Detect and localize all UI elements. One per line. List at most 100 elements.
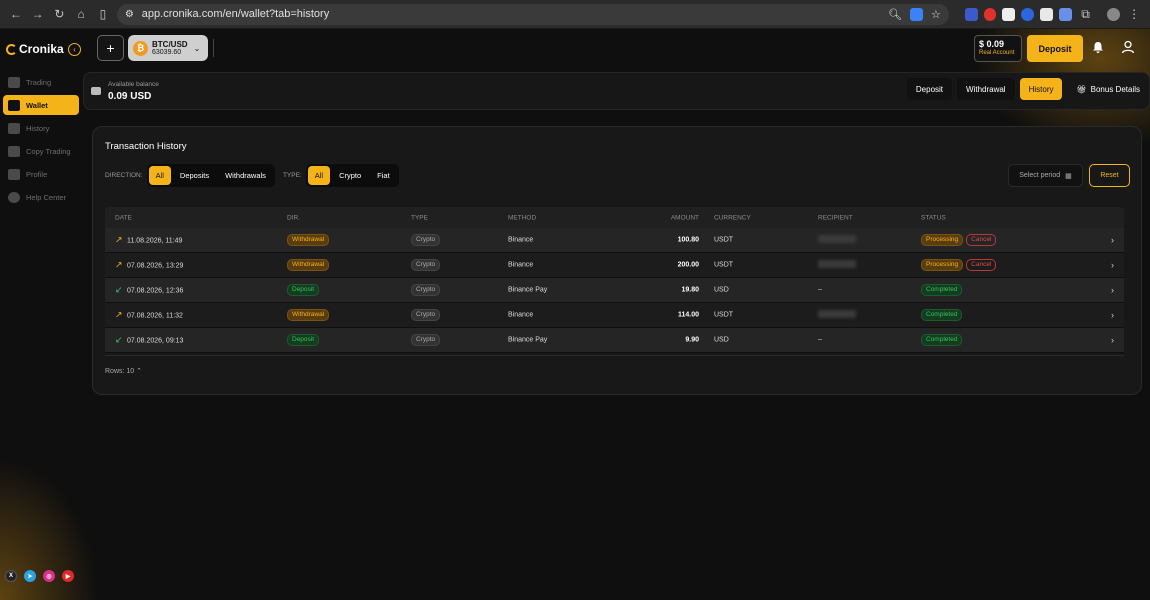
split-view-icon[interactable]: ▯ <box>95 6 111 22</box>
type-label: TYPE: <box>282 172 302 179</box>
sidebar-item-history[interactable]: History <box>3 118 79 138</box>
extensions-puzzle-icon[interactable]: ⧉ <box>1078 6 1094 22</box>
telegram-icon[interactable]: ➤ <box>24 570 36 582</box>
logo-mark-icon <box>6 43 17 55</box>
extension-shield-icon[interactable] <box>1040 7 1053 21</box>
extension-flag-icon[interactable] <box>964 7 978 21</box>
asset-pair-selector[interactable]: ₿ BTC/USD 63039.60 ⌄ <box>128 35 208 61</box>
browser-menu-icon[interactable]: ⋮ <box>1126 6 1142 22</box>
extension-red-icon[interactable] <box>983 7 997 21</box>
arrow-up-right-icon: ↗ <box>115 309 123 320</box>
direction-badge: Withdrawal <box>287 259 330 271</box>
tab-deposit[interactable]: Deposit <box>906 78 953 100</box>
reload-icon[interactable]: ↻ <box>52 6 68 22</box>
chevron-right-icon[interactable]: › <box>1111 335 1114 345</box>
filters: DIRECTION: All Deposits Withdrawals TYPE… <box>105 164 399 187</box>
direction-badge: Withdrawal <box>287 309 330 321</box>
forward-icon[interactable]: → <box>30 6 46 22</box>
direction-withdrawals[interactable]: Withdrawals <box>218 166 273 185</box>
sidebar-item-help-center[interactable]: Help Center <box>3 187 79 207</box>
dir-cell: Withdrawal <box>287 259 330 271</box>
notification-bell-icon[interactable] <box>1092 41 1106 55</box>
column-header-method: METHOD <box>508 214 537 221</box>
cancel-button[interactable]: Cancel <box>966 234 997 246</box>
zoom-icon[interactable]: 🔍︎ <box>888 8 902 21</box>
period-selector[interactable]: Select period ▦ <box>1008 164 1083 187</box>
recipient-cell <box>818 310 856 320</box>
chevron-up-icon: ⌃ <box>136 368 143 375</box>
sidebar-item-label: History <box>26 123 50 133</box>
recipient-redacted <box>818 310 856 318</box>
chevron-down-icon: ⌄ <box>193 43 201 53</box>
tab-withdrawal[interactable]: Withdrawal <box>957 78 1015 100</box>
type-cell: Crypto <box>411 334 441 346</box>
tab-bonus-details[interactable]: 🎁︎ Bonus Details <box>1067 78 1149 100</box>
direction-badge: Deposit <box>287 334 320 346</box>
direction-all[interactable]: All <box>148 166 171 185</box>
currency-cell: USDT <box>714 236 734 244</box>
extension-box-icon[interactable] <box>1058 7 1072 21</box>
type-crypto[interactable]: Crypto <box>332 166 368 185</box>
type-badge: Crypto <box>411 259 441 271</box>
recipient-cell <box>818 235 856 245</box>
install-app-icon[interactable] <box>909 7 923 21</box>
back-icon[interactable]: ← <box>8 6 24 22</box>
instagram-icon[interactable]: ◎ <box>43 570 55 582</box>
x-twitter-icon[interactable]: X <box>5 570 17 582</box>
table-row[interactable]: ↗ 11.08.2026, 11:49 Withdrawal Crypto Binanc… <box>105 228 1124 253</box>
address-bar[interactable]: ⚙ app.cronika.com/en/wallet?tab=history … <box>116 3 949 25</box>
transaction-history-card: Transaction History DIRECTION: All Depos… <box>92 126 1142 395</box>
extension-blue-icon[interactable] <box>1021 7 1035 21</box>
sidebar-item-label: Profile <box>26 169 48 179</box>
sidebar-item-profile[interactable]: Profile <box>3 164 79 184</box>
table-row[interactable]: ↗ 07.08.2026, 11:32 Withdrawal Crypto Binanc… <box>105 303 1124 328</box>
tab-history[interactable]: History <box>1019 78 1063 100</box>
direction-deposits[interactable]: Deposits <box>173 166 216 185</box>
rows-per-page[interactable]: Rows: 10 ⌃ <box>105 367 142 375</box>
column-header-recipient: RECIPIENT <box>818 214 853 221</box>
browser-toolbar: ← → ↻ ⌂ ▯ ⚙ app.cronika.com/en/wallet?ta… <box>0 0 1150 29</box>
direction-label: DIRECTION: <box>105 172 143 179</box>
social-links: X ➤ ◎ ▶ <box>5 570 74 582</box>
user-profile-icon[interactable] <box>1121 40 1135 54</box>
account-switcher[interactable]: $ 0.09 Real Account <box>974 35 1022 62</box>
balance-label: Available balance <box>108 81 159 88</box>
chevron-right-icon[interactable]: › <box>1111 285 1114 295</box>
chevron-right-icon[interactable]: › <box>1111 260 1114 270</box>
type-cell: Crypto <box>411 259 441 271</box>
cancel-button[interactable]: Cancel <box>966 259 997 271</box>
chevron-right-icon[interactable]: › <box>1111 235 1114 245</box>
chevron-right-icon[interactable]: › <box>1111 310 1114 320</box>
type-badge: Crypto <box>411 284 441 296</box>
direction-badge: Withdrawal <box>287 234 330 246</box>
wallet-tabs: Deposit Withdrawal History 🎁︎ Bonus Deta… <box>906 78 1149 100</box>
date-text: 07.08.2026, 09:13 <box>127 337 184 345</box>
profile-avatar-icon[interactable] <box>1107 7 1121 21</box>
sidebar-item-trading[interactable]: Trading <box>3 72 79 92</box>
status-cell: Completed <box>921 284 963 296</box>
divider <box>105 355 1124 356</box>
sidebar-item-copy-trading[interactable]: Copy Trading <box>3 141 79 161</box>
date-cell: ↙ 07.08.2026, 12:36 <box>115 285 183 296</box>
cronika-logo[interactable]: Cronika <box>6 42 68 56</box>
add-asset-button[interactable]: + <box>97 35 124 61</box>
table-row[interactable]: ↙ 07.08.2026, 09:13 Deposit Crypto Binance P… <box>105 328 1124 353</box>
type-badge: Crypto <box>411 334 441 346</box>
sidebar-item-wallet[interactable]: Wallet <box>3 95 79 115</box>
site-info-icon[interactable]: ⚙ <box>125 9 134 20</box>
type-fiat[interactable]: Fiat <box>370 166 397 185</box>
deposit-button[interactable]: Deposit <box>1027 35 1083 62</box>
bookmark-star-icon[interactable]: ☆ <box>931 8 941 21</box>
home-icon[interactable]: ⌂ <box>73 6 89 22</box>
table-row[interactable]: ↗ 07.08.2026, 13:29 Withdrawal Crypto Binanc… <box>105 253 1124 278</box>
collapse-sidebar-icon[interactable]: ‹ <box>68 42 81 56</box>
direction-badge: Deposit <box>287 284 320 296</box>
youtube-icon[interactable]: ▶ <box>62 570 74 582</box>
type-all[interactable]: All <box>307 166 331 185</box>
period-placeholder: Select period <box>1019 172 1061 179</box>
table-row[interactable]: ↙ 07.08.2026, 12:36 Deposit Crypto Binance P… <box>105 278 1124 303</box>
recipient-redacted <box>818 260 856 268</box>
extension-dark-icon[interactable] <box>1002 7 1016 21</box>
balance-bar: Available balance 0.09 USD Deposit Withd… <box>83 72 1150 110</box>
reset-button[interactable]: Reset <box>1089 164 1130 187</box>
